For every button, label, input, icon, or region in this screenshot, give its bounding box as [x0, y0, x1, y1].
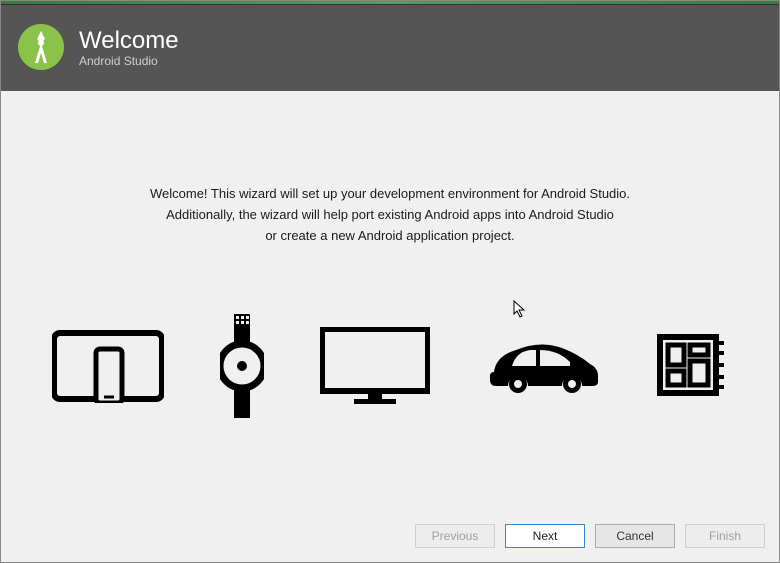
header-banner: Welcome Android Studio	[1, 5, 779, 91]
tv-icon	[320, 327, 430, 405]
header-text-block: Welcome Android Studio	[79, 27, 179, 68]
android-studio-logo-icon	[17, 23, 65, 71]
welcome-description: Welcome! This wizard will set up your de…	[150, 183, 630, 246]
previous-button: Previous	[415, 524, 495, 548]
page-subtitle: Android Studio	[79, 54, 179, 68]
watch-icon	[220, 314, 264, 418]
description-line: or create a new Android application proj…	[150, 225, 630, 246]
things-icon	[656, 333, 728, 399]
wizard-content: Welcome! This wizard will set up your de…	[1, 91, 779, 514]
finish-button: Finish	[685, 524, 765, 548]
device-icons-row	[52, 314, 728, 418]
tablet-phone-icon	[52, 329, 164, 403]
next-button[interactable]: Next	[505, 524, 585, 548]
description-line: Welcome! This wizard will set up your de…	[150, 183, 630, 204]
cancel-button[interactable]: Cancel	[595, 524, 675, 548]
description-line: Additionally, the wizard will help port …	[150, 204, 630, 225]
car-icon	[486, 338, 600, 394]
wizard-footer: Previous Next Cancel Finish	[1, 514, 779, 562]
page-title: Welcome	[79, 27, 179, 55]
